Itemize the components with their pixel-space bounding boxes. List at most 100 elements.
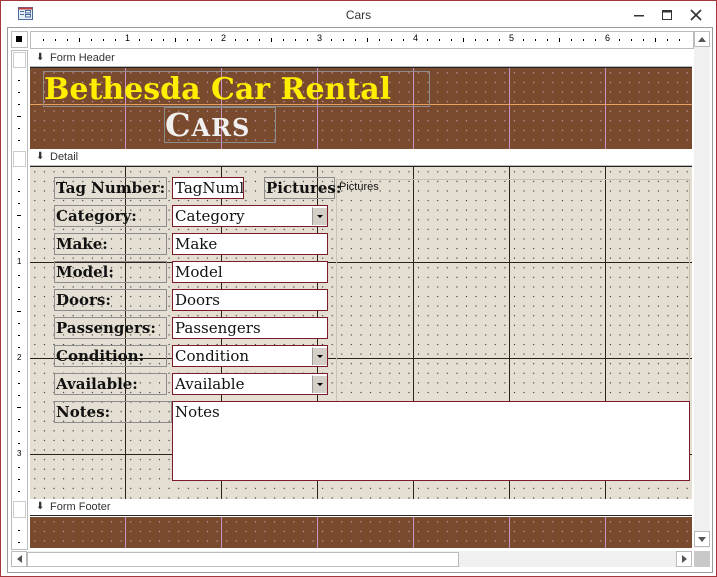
ruler-tick bbox=[18, 530, 20, 531]
ruler-tick bbox=[499, 39, 500, 41]
form-selector[interactable] bbox=[11, 31, 28, 48]
vertical-scrollbar[interactable] bbox=[694, 31, 710, 548]
scroll-up-button[interactable] bbox=[694, 31, 710, 47]
horizontal-scrollbar[interactable] bbox=[11, 551, 692, 567]
detail-label: Detail bbox=[50, 151, 79, 163]
chevron-down-icon[interactable] bbox=[312, 375, 327, 393]
scroll-right-button[interactable] bbox=[676, 551, 692, 567]
ruler-number: 1 bbox=[125, 33, 131, 43]
ruler-tick bbox=[343, 39, 344, 41]
ruler-tick bbox=[18, 140, 20, 141]
ruler-tick bbox=[18, 251, 20, 252]
ruler-tick bbox=[18, 191, 20, 192]
ruler-tick bbox=[187, 39, 188, 41]
form-footer-label: Form Footer bbox=[50, 501, 111, 513]
title-bar: Cars bbox=[1, 1, 716, 29]
notes-label[interactable]: Notes: bbox=[54, 401, 172, 423]
doors-textbox[interactable]: Doors bbox=[172, 289, 328, 311]
section-selector[interactable] bbox=[13, 501, 26, 518]
tag-number-label[interactable]: Tag Number: bbox=[54, 177, 167, 199]
section-arrow-icon: ⬇ bbox=[36, 52, 45, 63]
make-textbox[interactable]: Make bbox=[172, 233, 328, 255]
ruler-tick bbox=[643, 39, 644, 41]
ruler-tick bbox=[283, 39, 284, 41]
category-combobox[interactable]: Category bbox=[172, 205, 328, 227]
ruler-tick bbox=[331, 39, 332, 41]
header-subtitle-label[interactable]: CARS bbox=[164, 107, 276, 143]
horizontal-scroll-thumb[interactable] bbox=[27, 552, 459, 567]
available-combobox[interactable]: Available bbox=[172, 373, 328, 395]
doors-label[interactable]: Doors: bbox=[54, 289, 167, 311]
ruler-tick bbox=[18, 179, 20, 180]
ruler-tick bbox=[17, 215, 21, 216]
ruler-tick bbox=[451, 39, 452, 41]
chevron-down-icon[interactable] bbox=[312, 207, 327, 225]
ruler-tick bbox=[103, 39, 104, 41]
form-header-section[interactable]: Bethesda Car Rental CARS bbox=[30, 67, 692, 149]
ruler-tick bbox=[175, 38, 176, 42]
arrow-down-icon bbox=[698, 536, 706, 542]
ruler-tick bbox=[55, 39, 56, 41]
detail-section[interactable]: Tag Number: TagNuml Pictures: Pictures C… bbox=[30, 166, 692, 499]
ruler-tick bbox=[475, 39, 476, 41]
ruler-tick bbox=[18, 104, 20, 105]
horizontal-ruler[interactable]: 1 2 3 4 5 6 bbox=[30, 31, 694, 49]
form-footer-bar[interactable]: ⬇ Form Footer bbox=[30, 499, 692, 516]
header-title-label[interactable]: Bethesda Car Rental bbox=[43, 71, 430, 107]
ruler-tick bbox=[259, 39, 260, 41]
ruler-tick bbox=[18, 239, 20, 240]
ruler-tick bbox=[139, 39, 140, 41]
make-label[interactable]: Make: bbox=[54, 233, 167, 255]
condition-combobox[interactable]: Condition bbox=[172, 345, 328, 367]
ruler-tick bbox=[18, 395, 20, 396]
ruler-tick bbox=[199, 39, 200, 41]
minimize-button[interactable] bbox=[625, 5, 653, 25]
ruler-tick bbox=[403, 39, 404, 41]
ruler-tick bbox=[523, 39, 524, 41]
ruler-tick bbox=[18, 491, 20, 492]
model-textbox[interactable]: Model bbox=[172, 261, 328, 283]
scroll-left-button[interactable] bbox=[11, 551, 27, 567]
ruler-tick bbox=[17, 407, 21, 408]
ruler-tick bbox=[91, 39, 92, 41]
minimize-icon bbox=[634, 15, 644, 17]
ruler-tick bbox=[17, 311, 21, 312]
notes-textbox[interactable]: Notes bbox=[172, 401, 690, 481]
maximize-button[interactable] bbox=[653, 5, 681, 25]
form-design-area: ⬇ Form Header Bethesda Car Rental CARS ⬇… bbox=[30, 50, 692, 548]
passengers-textbox[interactable]: Passengers bbox=[172, 317, 328, 339]
section-selector[interactable] bbox=[13, 151, 26, 167]
ruler-number: 4 bbox=[413, 33, 419, 43]
detail-bar[interactable]: ⬇ Detail bbox=[30, 149, 692, 166]
vertical-ruler[interactable]: 1 2 3 bbox=[11, 50, 28, 550]
model-label[interactable]: Model: bbox=[54, 261, 167, 283]
form-footer-section[interactable] bbox=[30, 517, 692, 548]
ruler-tick bbox=[18, 227, 20, 228]
section-selector[interactable] bbox=[13, 52, 26, 68]
ruler-tick bbox=[271, 38, 272, 42]
category-label[interactable]: Category: bbox=[54, 205, 167, 227]
ruler-tick bbox=[439, 39, 440, 41]
scrollbar-corner bbox=[694, 551, 710, 567]
ruler-tick bbox=[151, 39, 152, 41]
tag-number-textbox[interactable]: TagNuml bbox=[172, 177, 244, 199]
ruler-tick bbox=[163, 39, 164, 41]
available-label[interactable]: Available: bbox=[54, 373, 167, 395]
form-design-window: Cars 123456 123 ⬇ Form Header Bethesda C… bbox=[0, 0, 717, 577]
ruler-tick bbox=[679, 39, 680, 41]
form-header-bar[interactable]: ⬇ Form Header bbox=[30, 50, 692, 67]
section-arrow-icon: ⬇ bbox=[36, 501, 45, 512]
scroll-down-button[interactable] bbox=[694, 531, 710, 547]
passengers-label[interactable]: Passengers: bbox=[54, 317, 167, 339]
ruler-tick bbox=[487, 39, 488, 41]
ruler-tick bbox=[427, 39, 428, 41]
close-button[interactable] bbox=[682, 5, 710, 25]
pictures-label[interactable]: Pictures: bbox=[264, 177, 341, 199]
ruler-tick bbox=[17, 116, 21, 117]
condition-label[interactable]: Condition: bbox=[54, 345, 167, 367]
chevron-down-icon[interactable] bbox=[312, 347, 327, 365]
window-title: Cars bbox=[345, 8, 372, 22]
ruler-number: 6 bbox=[605, 33, 611, 43]
pictures-attachment-control[interactable]: Pictures bbox=[336, 179, 690, 406]
subtitle-first-letter: C bbox=[165, 106, 192, 144]
